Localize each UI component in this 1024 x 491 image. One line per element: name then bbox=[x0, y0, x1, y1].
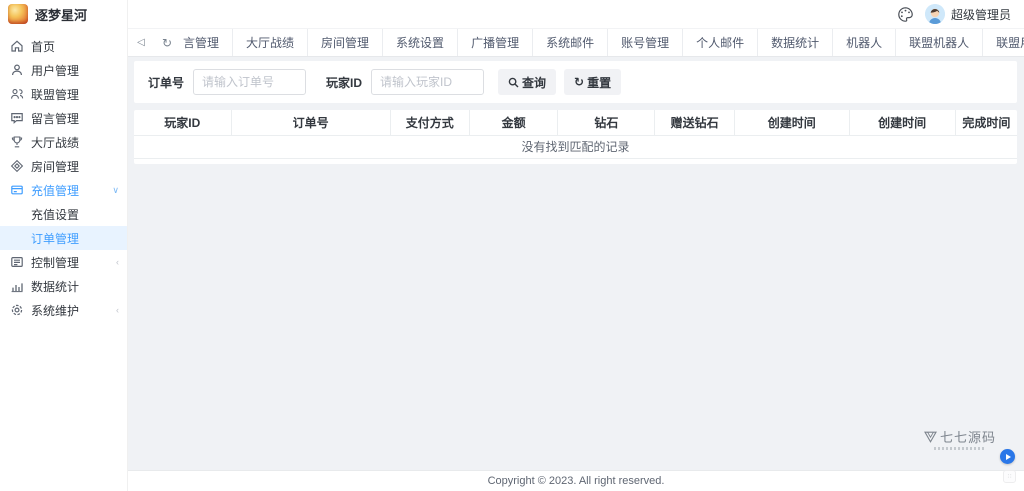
union-icon bbox=[10, 87, 24, 101]
chevron-collapsed-icon: ‹ bbox=[116, 256, 119, 267]
app-window: 逐梦星河 首页 用户管理 联盟管理 留言管理 大厅战绩 房间管理 充值管理 ∨ … bbox=[0, 0, 1024, 491]
sidebar-item-recharge[interactable]: 充值管理 ∨ bbox=[0, 178, 127, 202]
control-icon bbox=[10, 255, 24, 269]
watermark-triangle-icon bbox=[924, 431, 937, 443]
room-icon bbox=[10, 159, 24, 173]
tab-message-management-clipped[interactable]: 言管理 bbox=[180, 29, 232, 56]
sidebar-item-label: 房间管理 bbox=[31, 159, 80, 174]
sidebar-item-statistics[interactable]: 数据统计 bbox=[0, 274, 127, 298]
sidebar-item-label: 系统维护 bbox=[31, 303, 80, 318]
user-icon bbox=[10, 63, 24, 77]
sidebar-item-label: 充值设置 bbox=[31, 207, 80, 222]
vendor-watermark: 七七源码 bbox=[924, 427, 996, 450]
page-content: 订单号 玩家ID 查询 ↻ 重置 bbox=[128, 57, 1024, 470]
app-logo-icon bbox=[8, 4, 28, 24]
watermark-brand: 七七源码 bbox=[939, 430, 996, 445]
sidebar-item-union[interactable]: 联盟管理 bbox=[0, 82, 127, 106]
tab-system-mail[interactable]: 系统邮件 bbox=[532, 29, 607, 56]
tab-broadcast-management[interactable]: 广播管理 bbox=[457, 29, 532, 56]
top-header: 超级管理员 bbox=[128, 0, 1024, 28]
message-icon bbox=[10, 111, 24, 125]
stats-icon bbox=[10, 279, 24, 293]
page-footer: Copyright © 2023. All right reserved. bbox=[128, 470, 1024, 491]
col-player-id: 玩家ID bbox=[134, 110, 232, 136]
sidebar-menu: 首页 用户管理 联盟管理 留言管理 大厅战绩 房间管理 充值管理 ∨ 充值设置 … bbox=[0, 28, 127, 322]
trophy-icon bbox=[10, 135, 24, 149]
sidebar-item-label: 订单管理 bbox=[31, 231, 80, 246]
col-diamonds: 钻石 bbox=[557, 110, 655, 136]
col-created-time: 创建时间 bbox=[733, 110, 850, 136]
tabs-scroll-left-button[interactable]: ◁ bbox=[128, 29, 154, 56]
col-created-time-2: 创建时间 bbox=[848, 110, 956, 136]
empty-row: 没有找到匹配的记录 bbox=[134, 135, 1017, 159]
sidebar-item-hall-records[interactable]: 大厅战绩 bbox=[0, 130, 127, 154]
orders-table: 玩家ID 订单号 支付方式 金额 钻石 赠送钻石 创建时间 创建时间 完成时间 bbox=[134, 110, 1017, 159]
app-logo-row: 逐梦星河 bbox=[0, 0, 127, 28]
tab-system-settings[interactable]: 系统设置 bbox=[382, 29, 457, 56]
sidebar-item-rooms[interactable]: 房间管理 bbox=[0, 154, 127, 178]
tab-union-robots[interactable]: 联盟机器人 bbox=[895, 29, 982, 56]
player-id-label: 玩家ID bbox=[326, 75, 363, 90]
sidebar-item-label: 数据统计 bbox=[31, 279, 80, 294]
play-icon bbox=[1005, 453, 1011, 460]
sidebar-item-label: 充值管理 bbox=[31, 183, 80, 198]
sidebar-item-users[interactable]: 用户管理 bbox=[0, 58, 127, 82]
tabs-refresh-button[interactable]: ↻ bbox=[154, 29, 180, 56]
chevron-down-icon: ∨ bbox=[112, 184, 119, 195]
reset-button[interactable]: ↻ 重置 bbox=[564, 69, 622, 95]
watermark-subtext bbox=[933, 447, 986, 450]
search-icon bbox=[508, 77, 519, 88]
query-button[interactable]: 查询 bbox=[498, 69, 557, 95]
sidebar-item-home[interactable]: 首页 bbox=[0, 34, 127, 58]
order-number-input[interactable] bbox=[193, 69, 307, 95]
tab-union-users[interactable]: 联盟用户 bbox=[982, 29, 1024, 56]
tab-account-management[interactable]: 账号管理 bbox=[607, 29, 682, 56]
floating-helper-button[interactable] bbox=[1000, 449, 1015, 464]
search-toolbar: 订单号 玩家ID 查询 ↻ 重置 bbox=[134, 61, 1017, 103]
app-title: 逐梦星河 bbox=[35, 7, 88, 23]
drag-handle-icon[interactable]: ∷ bbox=[1003, 470, 1016, 483]
copyright-text: Copyright © 2023. All right reserved. bbox=[487, 475, 665, 487]
tab-room-management[interactable]: 房间管理 bbox=[307, 29, 382, 56]
sidebar-item-maintenance[interactable]: 系统维护 ‹ bbox=[0, 298, 127, 322]
sidebar: 逐梦星河 首页 用户管理 联盟管理 留言管理 大厅战绩 房间管理 充值管理 ∨ … bbox=[0, 0, 128, 491]
col-amount: 金额 bbox=[469, 110, 558, 136]
sidebar-item-label: 用户管理 bbox=[31, 63, 80, 78]
col-order-number: 订单号 bbox=[230, 110, 391, 136]
tab-personal-mail[interactable]: 个人邮件 bbox=[682, 29, 757, 56]
chevron-collapsed-icon: ‹ bbox=[116, 304, 119, 315]
sidebar-item-label: 联盟管理 bbox=[31, 87, 80, 102]
order-number-label: 订单号 bbox=[148, 75, 185, 90]
col-completed-time: 完成时间 bbox=[954, 110, 1017, 136]
user-menu[interactable]: 超级管理员 bbox=[924, 4, 1011, 24]
table-header-row: 玩家ID 订单号 支付方式 金额 钻石 赠送钻石 创建时间 创建时间 完成时间 bbox=[134, 110, 1017, 136]
col-bonus-diamonds: 赠送钻石 bbox=[654, 110, 735, 136]
sidebar-item-label: 首页 bbox=[31, 39, 56, 54]
tab-hall-records[interactable]: 大厅战绩 bbox=[232, 29, 307, 56]
gear-icon bbox=[10, 303, 24, 317]
tab-data-statistics[interactable]: 数据统计 bbox=[757, 29, 832, 56]
tab-strip: ◁ ↻ 言管理 大厅战绩 房间管理 系统设置 广播管理 系统邮件 账号管理 个人… bbox=[128, 28, 1024, 57]
sidebar-item-label: 大厅战绩 bbox=[31, 135, 80, 150]
tab-robots[interactable]: 机器人 bbox=[832, 29, 895, 56]
sidebar-item-label: 留言管理 bbox=[31, 111, 80, 126]
sidebar-item-messages[interactable]: 留言管理 bbox=[0, 106, 127, 130]
sidebar-item-control[interactable]: 控制管理 ‹ bbox=[0, 250, 127, 274]
user-avatar bbox=[924, 4, 945, 24]
empty-message: 没有找到匹配的记录 bbox=[134, 135, 1017, 159]
player-id-input[interactable] bbox=[371, 69, 485, 95]
theme-palette-icon[interactable] bbox=[897, 6, 914, 23]
sidebar-item-label: 控制管理 bbox=[31, 255, 80, 270]
sidebar-item-order-management[interactable]: 订单管理 bbox=[0, 226, 127, 250]
main-area: 超级管理员 ◁ ↻ 言管理 大厅战绩 房间管理 系统设置 广播管理 系统邮件 账… bbox=[128, 0, 1024, 491]
col-payment-method: 支付方式 bbox=[389, 110, 470, 136]
recharge-icon bbox=[10, 183, 24, 197]
orders-table-card: 玩家ID 订单号 支付方式 金额 钻石 赠送钻石 创建时间 创建时间 完成时间 bbox=[134, 110, 1017, 164]
home-icon bbox=[10, 39, 24, 53]
reset-icon: ↻ bbox=[574, 75, 585, 89]
sidebar-item-recharge-settings[interactable]: 充值设置 bbox=[0, 202, 127, 226]
username-label: 超级管理员 bbox=[950, 7, 1011, 22]
